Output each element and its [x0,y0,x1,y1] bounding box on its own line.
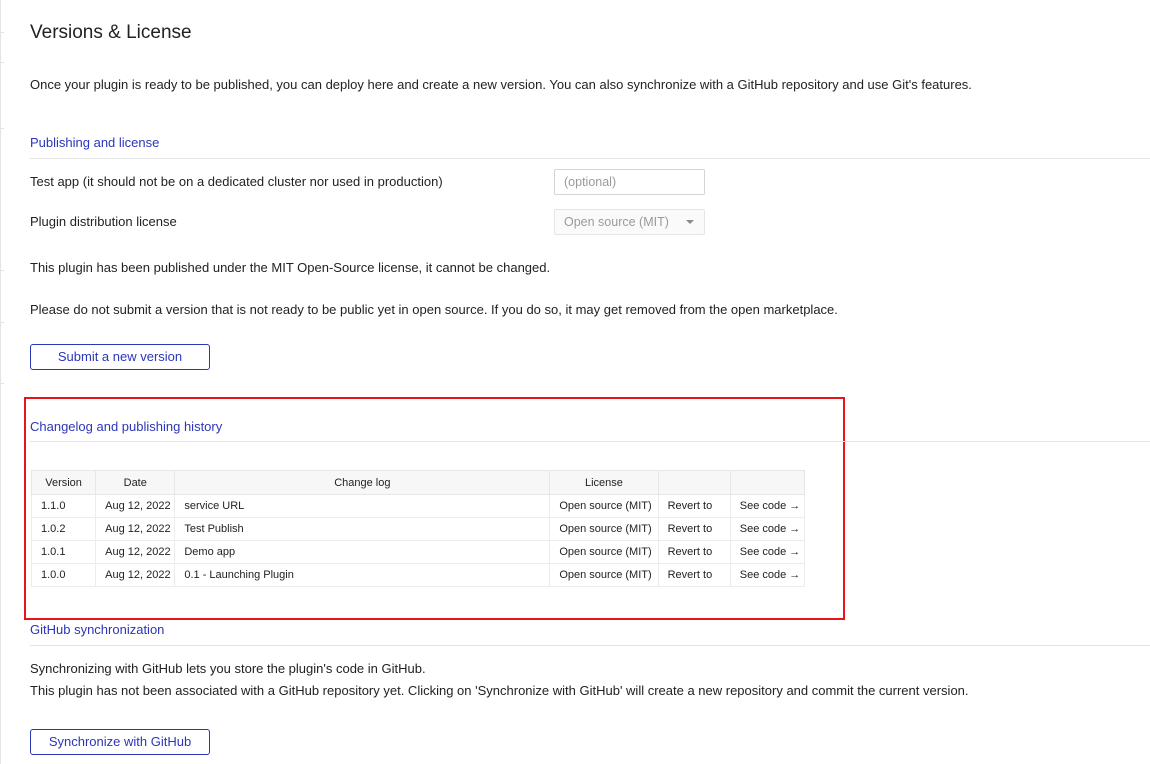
see-code-link[interactable]: See code → [730,540,806,564]
changelog-table: Version Date Change log License 1.1.0 Au… [30,470,806,587]
date-cell: Aug 12, 2022 [95,517,176,541]
section-divider [30,158,1150,159]
github-status-text: This plugin has not been associated with… [30,683,969,698]
column-header-version: Version [30,470,97,495]
table-header-row: Version Date Change log License [30,470,806,495]
column-header-code [729,470,806,495]
revert-link[interactable]: Revert to [658,563,731,587]
section-title-github: GitHub synchronization [30,622,165,637]
revert-link[interactable]: Revert to [658,540,731,564]
revert-link[interactable]: Revert to [658,494,731,518]
date-cell: Aug 12, 2022 [95,494,176,518]
changelog-cell: Demo app [174,540,551,564]
publish-warning: Please do not submit a version that is n… [30,302,838,317]
table-row: 1.0.2 Aug 12, 2022 Test Publish Open sou… [30,517,806,541]
section-divider [30,441,1150,442]
license-cell: Open source (MIT) [549,563,659,587]
table-row: 1.0.0 Aug 12, 2022 0.1 - Launching Plugi… [30,563,806,587]
column-header-date: Date [95,470,176,495]
section-divider [30,645,1150,646]
section-title-changelog: Changelog and publishing history [30,419,223,434]
test-app-label: Test app (it should not be on a dedicate… [30,174,443,189]
changelog-cell: 0.1 - Launching Plugin [174,563,551,587]
versions-license-page: Versions & License Once your plugin is r… [0,0,1150,764]
changelog-cell: Test Publish [174,517,551,541]
column-header-license: License [549,470,659,495]
license-select[interactable]: Open source (MIT) [554,209,705,235]
version-cell: 1.0.0 [30,563,97,587]
license-select-value: Open source (MIT) [564,215,669,229]
synchronize-github-button[interactable]: Synchronize with GitHub [30,729,210,755]
revert-link[interactable]: Revert to [658,517,731,541]
submit-version-button[interactable]: Submit a new version [30,344,210,370]
date-cell: Aug 12, 2022 [95,563,176,587]
license-label: Plugin distribution license [30,214,177,229]
chevron-down-icon [686,220,694,224]
page-title: Versions & License [30,22,192,43]
section-title-publishing: Publishing and license [30,135,160,150]
table-row: 1.0.1 Aug 12, 2022 Demo app Open source … [30,540,806,564]
see-code-link[interactable]: See code → [730,517,806,541]
date-cell: Aug 12, 2022 [95,540,176,564]
page-intro: Once your plugin is ready to be publishe… [30,77,972,92]
see-code-link[interactable]: See code → [730,494,806,518]
license-cell: Open source (MIT) [549,540,659,564]
column-header-changelog: Change log [174,470,551,495]
changelog-cell: service URL [174,494,551,518]
test-app-input[interactable] [554,169,705,195]
version-cell: 1.0.2 [30,517,97,541]
version-cell: 1.1.0 [30,494,97,518]
table-row: 1.1.0 Aug 12, 2022 service URL Open sour… [30,494,806,518]
see-code-link[interactable]: See code → [730,563,806,587]
github-description: Synchronizing with GitHub lets you store… [30,661,426,676]
license-cell: Open source (MIT) [549,494,659,518]
column-header-revert [657,470,731,495]
version-cell: 1.0.1 [30,540,97,564]
license-cell: Open source (MIT) [549,517,659,541]
license-note: This plugin has been published under the… [30,260,551,275]
